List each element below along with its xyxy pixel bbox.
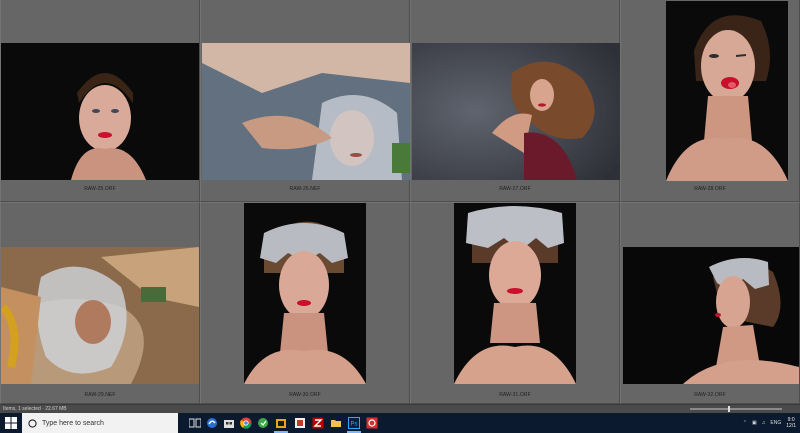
- photo-thumbnail[interactable]: [1, 43, 199, 180]
- zoom-slider-thumb[interactable]: [728, 406, 730, 412]
- thumbnail-filename: RAW-32.ORF: [694, 392, 726, 398]
- thumbnail-filename: RAW-30.ORF: [289, 392, 321, 398]
- thumbnail-cell[interactable]: RAW-32.ORF: [620, 202, 800, 404]
- clock-date: 12/1: [786, 423, 796, 429]
- thumbnail-filename: RAW-27.ORF: [499, 186, 531, 192]
- thumbnail-filename: RAW-29.NEF: [84, 392, 116, 398]
- language-indicator[interactable]: ENG: [770, 420, 781, 426]
- app-green-icon[interactable]: [256, 416, 270, 430]
- edge-icon[interactable]: [205, 416, 219, 430]
- photo-thumbnail[interactable]: [202, 43, 410, 180]
- volume-icon[interactable]: ♫: [762, 420, 766, 426]
- thumbnail-cell[interactable]: RAW-31.ORF: [410, 202, 620, 404]
- status-bar: Items, 1 selected · 22.67 MB: [0, 404, 800, 413]
- photoshop-icon[interactable]: Ps: [347, 416, 361, 433]
- thumbnail-cell[interactable]: RAW-26.NEF: [200, 0, 410, 202]
- store-icon[interactable]: [222, 416, 236, 430]
- thumbnail-filename: RAW-28.ORF: [694, 186, 726, 192]
- thumbnail-filename: RAW-31.ORF: [499, 392, 531, 398]
- filezilla-icon[interactable]: [311, 416, 325, 430]
- thumbnail-cell[interactable]: RAW-28.ORF: [620, 0, 800, 202]
- photo-thumbnail[interactable]: [412, 43, 620, 180]
- thumbnail-grid: RAW-25.ORF RAW-26.NEF RAW-27.ORF RAW-28.…: [0, 0, 800, 404]
- thumbnail-cell[interactable]: RAW-25.ORF: [0, 0, 200, 202]
- photo-thumbnail[interactable]: [623, 247, 799, 384]
- chrome-icon[interactable]: [239, 416, 253, 430]
- taskbar-search-box[interactable]: Type here to search: [22, 413, 178, 433]
- thumbnail-filename: RAW-25.ORF: [84, 186, 116, 192]
- photo-thumbnail[interactable]: [244, 203, 366, 384]
- app-red-icon[interactable]: [365, 416, 379, 430]
- system-tray: ⌃ ▣ ♫ ENG 9:0 12/1: [743, 413, 796, 433]
- search-circle-icon: [28, 418, 37, 428]
- task-view-icon[interactable]: [188, 416, 202, 430]
- thumbnail-cell[interactable]: RAW-30.ORF: [200, 202, 410, 404]
- folder-app-icon[interactable]: [274, 416, 288, 433]
- network-icon[interactable]: ▣: [752, 420, 757, 426]
- thumbnail-cell[interactable]: RAW-27.ORF: [410, 0, 620, 202]
- chevron-up-icon[interactable]: ⌃: [743, 420, 747, 426]
- start-button[interactable]: [0, 413, 22, 433]
- thumbnail-cell[interactable]: RAW-29.NEF: [0, 202, 200, 404]
- zoom-slider[interactable]: [690, 406, 782, 412]
- file-explorer-icon[interactable]: [329, 416, 343, 430]
- photo-thumbnail[interactable]: [666, 1, 788, 181]
- photo-thumbnail[interactable]: [454, 203, 576, 384]
- windows-logo-icon: [5, 417, 17, 429]
- clock[interactable]: 9:0 12/1: [786, 417, 796, 429]
- status-text: Items, 1 selected · 22.67 MB: [3, 406, 67, 412]
- svg-text:Ps: Ps: [350, 422, 357, 428]
- windows-taskbar: Type here to search Ps ⌃ ▣ ♫ ENG 9:0 12/…: [0, 413, 800, 433]
- search-placeholder: Type here to search: [42, 419, 104, 427]
- thumbnail-filename: RAW-26.NEF: [289, 186, 321, 192]
- photo-thumbnail[interactable]: [1, 247, 199, 384]
- media-app-icon[interactable]: [293, 416, 307, 430]
